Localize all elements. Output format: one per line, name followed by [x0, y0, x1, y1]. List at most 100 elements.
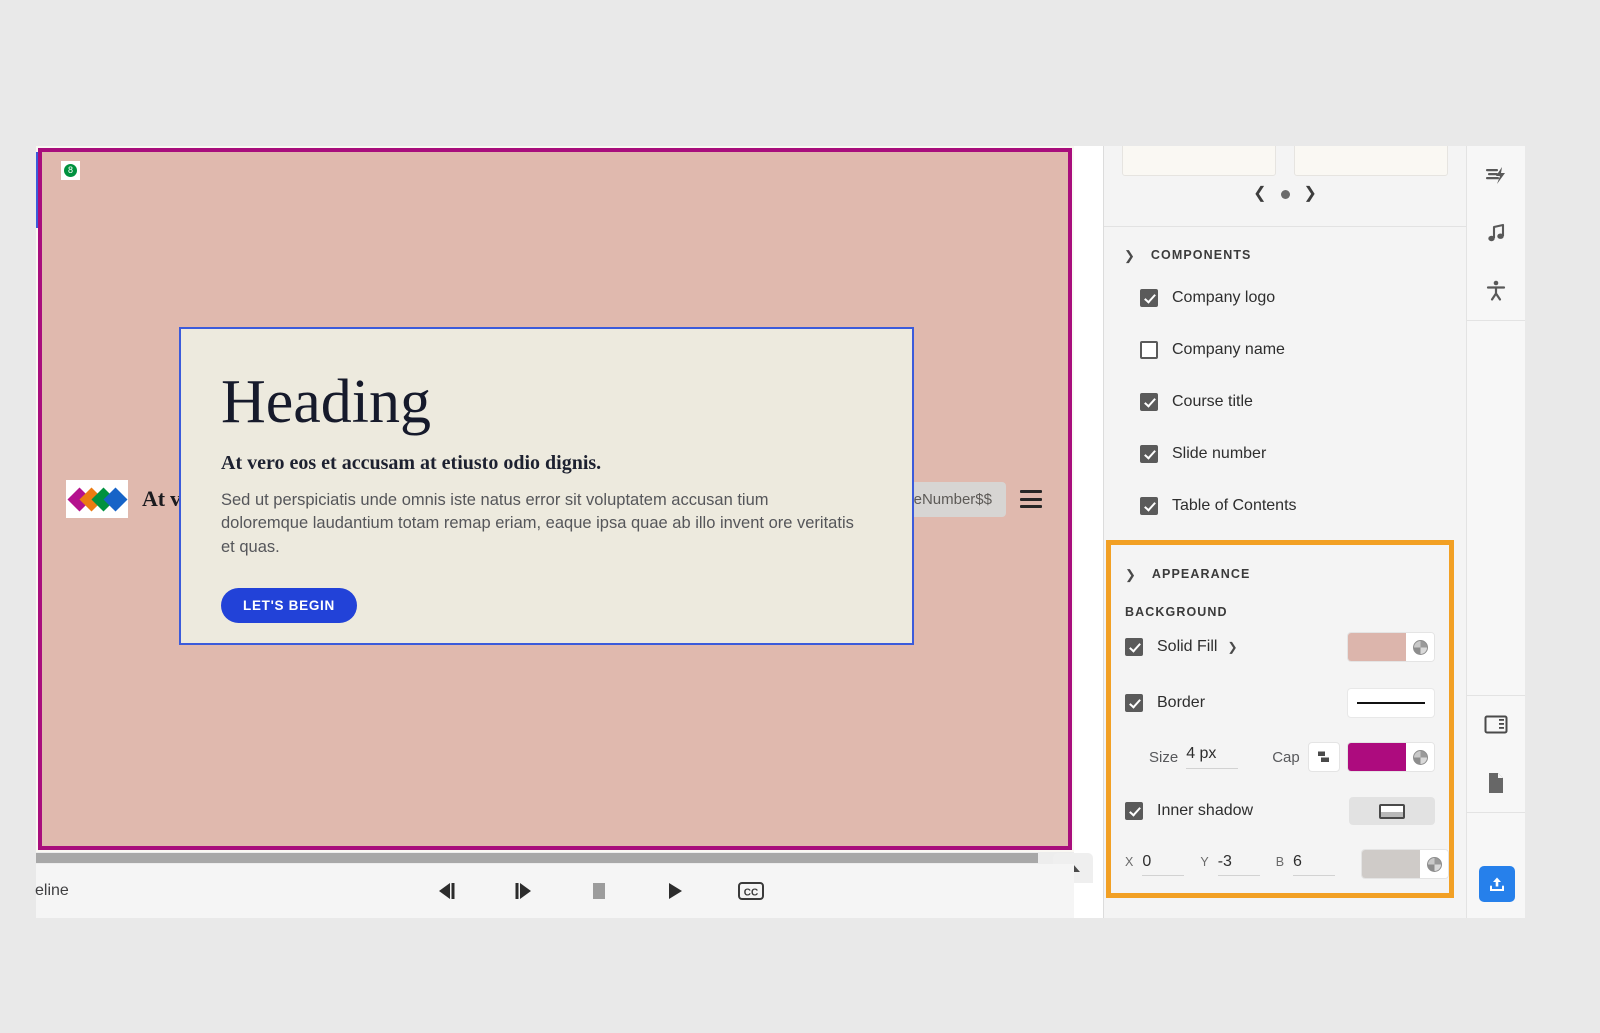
lets-begin-button[interactable]: LET'S BEGIN [221, 587, 357, 623]
opacity-wheel-icon [1412, 639, 1428, 655]
closed-captions-button[interactable]: CC [738, 878, 764, 904]
checkbox-border[interactable] [1125, 694, 1143, 712]
horizontal-scrollbar-thumb[interactable] [36, 853, 1038, 863]
inner-shadow-y-input[interactable]: -3 [1217, 853, 1260, 876]
checkbox-slide-number[interactable] [1140, 445, 1158, 463]
components-section-header[interactable]: ❯ COMPONENTS [1104, 238, 1466, 272]
app-window: 8 At vero eos et accusamus et iusto. $$P… [35, 146, 1525, 918]
solid-fill-opacity-button[interactable] [1406, 633, 1434, 661]
rail-group-bottom [1467, 695, 1525, 813]
solid-fill-label: Solid Fill [1157, 638, 1218, 655]
components-section: ❯ COMPONENTS Company logo Company name C… [1104, 228, 1466, 532]
theme-carousel-nav: ❮ ❯ [1104, 186, 1466, 202]
border-size-label: Size [1149, 748, 1179, 766]
checkbox-company-name[interactable] [1140, 341, 1158, 359]
theme-thumbnail-1[interactable] [1122, 146, 1276, 176]
timeline-bar: eline CC [35, 864, 1074, 918]
solid-fill-row: Solid Fill ❯ [1111, 619, 1449, 675]
component-item-course-title[interactable]: Course title [1104, 376, 1466, 428]
step-forward-button[interactable] [510, 878, 536, 904]
component-label: Company name [1172, 341, 1285, 358]
inner-shadow-blur-group: B 6 [1275, 853, 1336, 876]
inner-shadow-label: Inner shadow [1157, 802, 1254, 819]
logo-center-mark: 8 [64, 164, 77, 177]
component-item-company-logo[interactable]: Company logo [1104, 272, 1466, 324]
component-item-company-name[interactable]: Company name [1104, 324, 1466, 376]
solid-fill-color-swatch[interactable] [1347, 632, 1435, 662]
appearance-title: APPEARANCE [1151, 567, 1251, 581]
appearance-section: ❯ APPEARANCE BACKGROUND Solid Fill ❯ Bor… [1106, 540, 1454, 898]
layout-panel-icon[interactable] [1467, 696, 1525, 754]
checkbox-solid-fill[interactable] [1125, 638, 1143, 656]
chevron-down-icon: ❯ [1125, 566, 1136, 582]
inner-shadow-row: Inner shadow [1111, 783, 1449, 839]
animation-icon[interactable] [1467, 146, 1525, 204]
border-row: Border [1111, 675, 1449, 731]
audio-music-icon[interactable] [1467, 204, 1525, 262]
company-logo[interactable]: 8 [61, 161, 128, 518]
theme-thumbnail-2[interactable] [1294, 146, 1448, 176]
inner-shadow-opacity-button[interactable] [1420, 850, 1448, 878]
border-size-cap-row: Size 4 px Cap [1111, 731, 1449, 783]
checkbox-inner-shadow[interactable] [1125, 802, 1143, 820]
inner-shadow-blur-label: B [1275, 854, 1285, 869]
border-label: Border [1157, 694, 1206, 711]
logo-center-badge-icon: 8 [61, 161, 80, 180]
border-cap-label: Cap [1272, 748, 1300, 766]
line-cap-icon[interactable] [1307, 742, 1340, 772]
right-icon-rail [1466, 146, 1525, 918]
inner-shadow-color-swatch[interactable] [1361, 849, 1449, 879]
carousel-dot[interactable] [1280, 189, 1290, 199]
border-opacity-button[interactable] [1406, 743, 1434, 771]
accessibility-icon[interactable] [1467, 262, 1525, 320]
component-item-table-of-contents[interactable]: Table of Contents [1104, 480, 1466, 532]
publish-upload-button[interactable] [1479, 866, 1515, 902]
checkbox-company-logo[interactable] [1140, 289, 1158, 307]
slide-text-block-inner: Heading At vero eos et accusam at etiust… [181, 329, 912, 623]
inner-shadow-y-group: Y -3 [1200, 853, 1260, 876]
inner-shadow-color [1362, 850, 1420, 878]
slide-body-text: Sed ut perspiciatis unde omnis iste natu… [221, 490, 854, 557]
slide-text-block[interactable]: Heading At vero eos et accusam at etiust… [179, 327, 914, 645]
chevron-left-icon[interactable]: ❮ [1253, 186, 1266, 202]
step-backward-button[interactable] [434, 878, 460, 904]
slide-subheading: At vero eos et accusam at etiusto odio d… [221, 451, 602, 474]
border-style-dropdown[interactable] [1347, 688, 1435, 718]
document-icon[interactable] [1467, 754, 1525, 812]
component-label: Company logo [1172, 289, 1276, 306]
border-color [1348, 743, 1406, 771]
inner-shadow-preview-icon [1379, 803, 1405, 819]
border-size-input[interactable]: 4 px [1186, 745, 1239, 769]
solid-fill-color [1348, 633, 1406, 661]
component-item-slide-number[interactable]: Slide number [1104, 428, 1466, 480]
stop-button[interactable] [586, 878, 612, 904]
chevron-down-icon: ❯ [1124, 247, 1135, 263]
rail-group-top [1467, 146, 1525, 321]
inner-shadow-x-label: X [1125, 854, 1134, 869]
component-label: Table of Contents [1172, 497, 1297, 514]
theme-carousel: ❮ ❯ [1104, 146, 1466, 227]
inner-shadow-x-group: X 0 [1125, 853, 1185, 876]
border-color-swatch[interactable] [1347, 742, 1435, 772]
checkbox-course-title[interactable] [1140, 393, 1158, 411]
horizontal-scrollbar-track[interactable] [36, 852, 1074, 864]
slide-canvas[interactable]: 8 At vero eos et accusamus et iusto. $$P… [36, 146, 1074, 852]
checkbox-table-of-contents[interactable] [1140, 497, 1158, 515]
solid-line-icon [1357, 702, 1425, 704]
appearance-section-header[interactable]: ❯ APPEARANCE [1111, 557, 1449, 591]
component-label: Course title [1172, 393, 1253, 410]
inner-shadow-blur-input[interactable]: 6 [1293, 853, 1336, 876]
chevron-down-icon[interactable]: ❯ [1227, 640, 1237, 654]
playback-controls: CC [434, 864, 764, 918]
border-size-value: 4 px [1186, 745, 1217, 762]
slide-heading: Heading [221, 368, 432, 436]
inner-shadow-preview-button[interactable] [1349, 797, 1435, 825]
inner-shadow-x-input[interactable]: 0 [1142, 853, 1185, 876]
components-title: COMPONENTS [1150, 248, 1252, 262]
hamburger-menu-icon[interactable] [1020, 490, 1042, 508]
component-label: Slide number [1172, 445, 1267, 462]
play-button[interactable] [662, 878, 688, 904]
timeline-label: eline [35, 882, 69, 899]
opacity-wheel-icon [1426, 856, 1442, 872]
chevron-right-icon[interactable]: ❯ [1304, 186, 1317, 202]
